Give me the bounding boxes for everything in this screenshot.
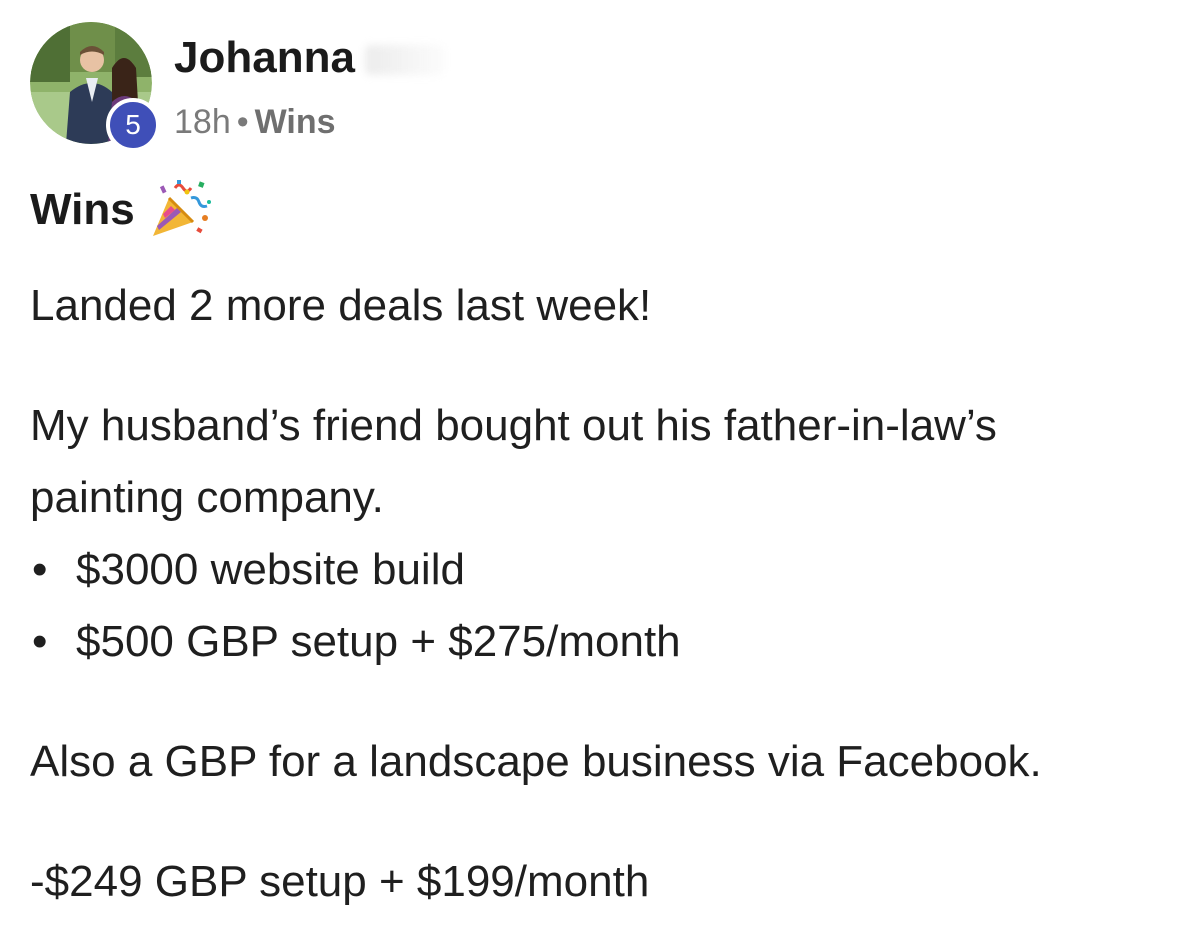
meta-separator: • [236,103,249,141]
post-line: Also a GBP for a landscape business via … [30,737,1042,786]
bullet-text: $500 GBP setup + $275/month [76,617,681,666]
redacted-surname [364,45,445,76]
post-line: Landed 2 more deals last week! [30,281,652,330]
bullet-text: $3000 website build [76,545,465,594]
party-popper-icon [152,180,211,236]
level-badge: 5 [106,98,160,152]
post-meta: 18h • Wins [174,100,336,144]
post-time: 18h [174,103,231,141]
post-title-row: Wins [30,180,213,240]
bullet-item: • $3000 website build [30,534,1150,606]
post-line: -$249 GBP setup + $199/month [30,857,650,906]
bullet-dot: • [32,545,48,594]
bullet-dot: • [32,617,48,666]
bullet-list: • $3000 website build • $500 GBP setup +… [30,534,1150,678]
post-card: 5 Johanna 18h • Wins Wins Landed 2 more de… [0,0,1179,951]
bullet-item: • $500 GBP setup + $275/month [30,606,1150,678]
author-name[interactable]: Johanna [174,33,355,82]
avatar[interactable]: 5 [30,22,160,152]
author-name-row[interactable]: Johanna [174,32,445,84]
post-body: Landed 2 more deals last week! My husban… [30,270,1150,918]
post-title: Wins [30,185,135,234]
post-line: My husband’s friend bought out his fathe… [30,401,997,522]
post-category[interactable]: Wins [255,103,336,141]
